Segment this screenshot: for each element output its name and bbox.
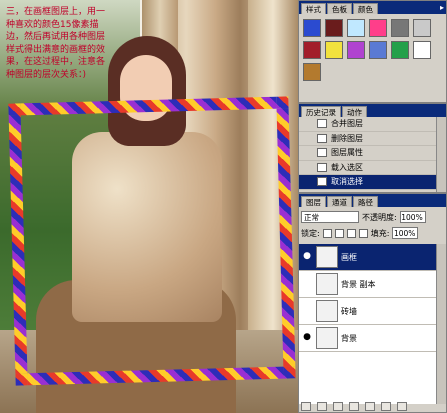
fill-input[interactable]: 100% xyxy=(392,227,419,239)
panel-menu-icon[interactable]: ▸ xyxy=(440,3,444,12)
lock-brush-icon[interactable] xyxy=(334,228,344,238)
style-swatch[interactable] xyxy=(347,19,365,37)
opacity-label: 不透明度: xyxy=(362,212,397,222)
history-state-icon xyxy=(317,162,327,172)
style-swatch[interactable] xyxy=(303,63,321,81)
style-swatch[interactable] xyxy=(369,41,387,59)
style-swatch[interactable] xyxy=(391,41,409,59)
tab-swatches[interactable]: 色板 xyxy=(327,3,352,14)
tab-channels[interactable]: 通道 xyxy=(327,196,352,207)
fx-icon[interactable] xyxy=(317,402,327,411)
trash-icon[interactable] xyxy=(397,402,407,411)
history-state-icon xyxy=(317,133,327,143)
style-swatch[interactable] xyxy=(369,19,387,37)
new-layer-icon[interactable] xyxy=(381,402,391,411)
link-icon[interactable] xyxy=(301,402,311,411)
history-panel: 历史记录 动作 合并图层删除图层图层属性载入选区取消选择 xyxy=(298,103,447,193)
lock-all-icon[interactable] xyxy=(358,228,368,238)
tab-paths[interactable]: 路径 xyxy=(353,196,378,207)
lock-transparent-icon[interactable] xyxy=(322,228,332,238)
history-item[interactable]: 合并图层 xyxy=(299,117,436,132)
history-scrollbar[interactable] xyxy=(436,117,446,192)
layer-row[interactable]: ● 背景 xyxy=(299,325,436,352)
image-canvas[interactable]: 三，在画框图层上，用一种喜欢的颜色15像素描边，然后再试用各种图层样式得出满意的… xyxy=(0,0,298,413)
blend-mode-select[interactable]: 正常 xyxy=(301,211,359,223)
folder-icon[interactable] xyxy=(365,402,375,411)
layer-name: 砖墙 xyxy=(341,306,357,316)
layer-thumbnail xyxy=(316,246,338,268)
history-item-label: 合并图层 xyxy=(331,119,363,129)
lock-label: 锁定: xyxy=(301,228,320,238)
styles-footer xyxy=(303,91,442,101)
style-swatch[interactable] xyxy=(413,41,431,59)
mask-icon[interactable] xyxy=(333,402,343,411)
style-swatch[interactable] xyxy=(303,19,321,37)
layers-panel: 图层 通道 路径 正常 不透明度: 100% 锁定: 填充: 100% ● 画框背… xyxy=(298,193,447,413)
history-item-label: 图层属性 xyxy=(331,148,363,158)
history-item-label: 载入选区 xyxy=(331,162,363,172)
layer-name: 背景 副本 xyxy=(341,279,376,289)
decorative-frame xyxy=(8,96,296,386)
history-item[interactable]: 删除图层 xyxy=(299,132,436,146)
style-swatch[interactable] xyxy=(413,19,431,37)
visibility-eye-icon[interactable]: ● xyxy=(301,251,313,263)
visibility-eye-icon[interactable] xyxy=(301,305,313,317)
layer-row[interactable]: ● 画框 xyxy=(299,244,436,271)
layer-thumbnail xyxy=(316,300,338,322)
history-item[interactable]: 图层属性 xyxy=(299,146,436,161)
tab-history[interactable]: 历史记录 xyxy=(301,106,341,117)
history-item-label: 删除图层 xyxy=(331,133,363,143)
layers-scrollbar[interactable] xyxy=(436,244,446,404)
lock-move-icon[interactable] xyxy=(346,228,356,238)
style-swatch[interactable] xyxy=(325,19,343,37)
layer-name: 画框 xyxy=(341,252,357,262)
history-item[interactable]: 取消选择 xyxy=(299,175,436,190)
history-state-icon xyxy=(317,148,327,158)
tab-actions[interactable]: 动作 xyxy=(342,106,367,117)
fill-label: 填充: xyxy=(370,228,390,238)
tab-layers[interactable]: 图层 xyxy=(301,196,326,207)
visibility-eye-icon[interactable]: ● xyxy=(301,332,313,344)
history-item[interactable]: 载入选区 xyxy=(299,161,436,175)
layer-thumbnail xyxy=(316,327,338,349)
tab-styles[interactable]: 样式 xyxy=(301,3,326,14)
style-swatch[interactable] xyxy=(391,19,409,37)
history-item-label: 取消选择 xyxy=(331,177,363,187)
adjustment-icon[interactable] xyxy=(349,402,359,411)
visibility-eye-icon[interactable] xyxy=(301,278,313,290)
opacity-input[interactable]: 100% xyxy=(399,211,426,223)
style-swatch[interactable] xyxy=(325,41,343,59)
styles-panel: 样式 色板 颜色 ▸ xyxy=(298,0,447,103)
layer-name: 背景 xyxy=(341,333,357,343)
layer-row[interactable]: 砖墙 xyxy=(299,298,436,325)
history-state-icon xyxy=(317,177,327,187)
style-swatch[interactable] xyxy=(347,41,365,59)
instruction-text: 三，在画框图层上，用一种喜欢的颜色15像素描边，然后再试用各种图层样式得出满意的… xyxy=(6,7,106,80)
style-swatch[interactable] xyxy=(303,41,321,59)
layer-thumbnail xyxy=(316,273,338,295)
layer-row[interactable]: 背景 副本 xyxy=(299,271,436,298)
tab-color[interactable]: 颜色 xyxy=(353,3,378,14)
history-state-icon xyxy=(317,119,327,129)
